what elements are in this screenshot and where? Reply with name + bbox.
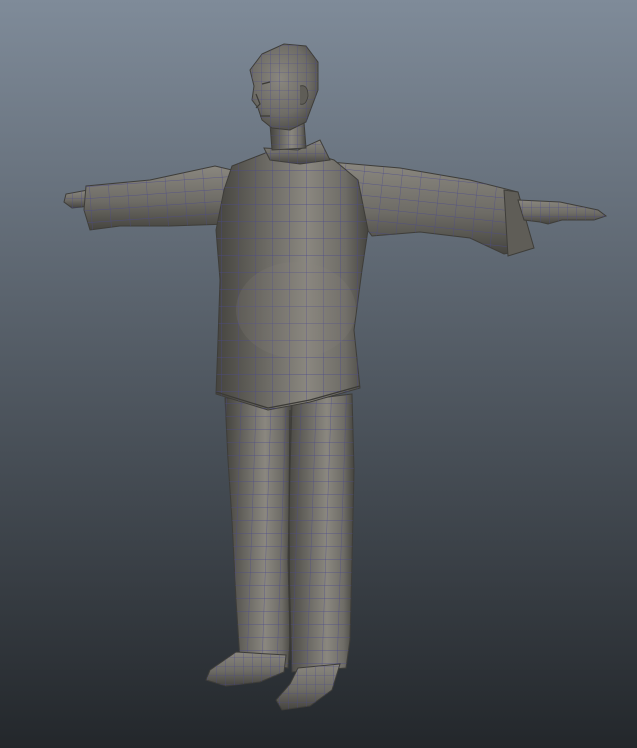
3d-viewport[interactable]	[0, 0, 637, 748]
pants[interactable]	[224, 393, 355, 673]
shirt-torso[interactable]	[215, 149, 369, 411]
viewport-canvas[interactable]	[0, 0, 637, 748]
